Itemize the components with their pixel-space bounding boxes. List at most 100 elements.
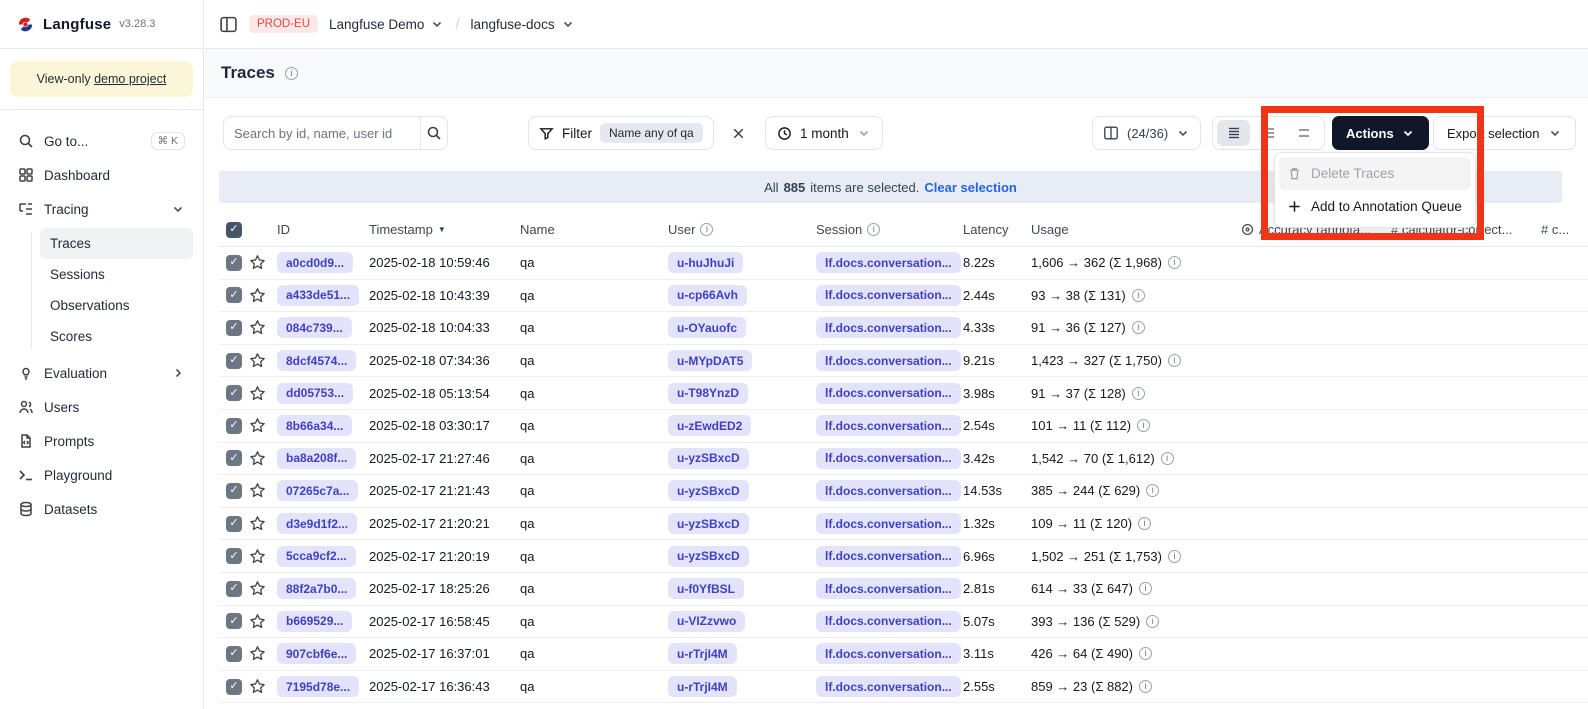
trace-id-badge[interactable]: d3e9d1f2... — [277, 513, 357, 534]
user-badge[interactable]: u-OYauofc — [668, 317, 746, 338]
row-checkbox[interactable] — [226, 287, 242, 303]
sidebar-item-observations[interactable]: Observations — [40, 290, 193, 321]
user-badge[interactable]: u-huJhuJi — [668, 252, 743, 273]
user-badge[interactable]: u-f0YfBSL — [668, 578, 744, 599]
row-checkbox[interactable] — [226, 613, 242, 629]
trace-id-badge[interactable]: 7195d78e... — [277, 676, 359, 697]
clear-selection-link[interactable]: Clear selection — [924, 180, 1017, 195]
row-checkbox[interactable] — [226, 418, 242, 434]
row-checkbox[interactable] — [226, 646, 242, 662]
user-badge[interactable]: u-cp66Avh — [668, 285, 747, 306]
trace-id-badge[interactable]: 907cbf6e... — [277, 643, 356, 664]
star-icon[interactable] — [249, 613, 266, 630]
row-checkbox[interactable] — [226, 516, 242, 532]
menu-item-delete-traces[interactable]: Delete Traces — [1279, 157, 1471, 190]
user-badge[interactable]: u-yzSBxcD — [668, 546, 749, 567]
table-row[interactable]: 07265c7a... 2025-02-17 21:21:43 qa u-yzS… — [219, 475, 1588, 508]
sidebar-item-datasets[interactable]: Datasets — [10, 492, 193, 526]
col-score-extra[interactable]: # c... — [1541, 222, 1588, 237]
info-icon[interactable] — [1132, 387, 1145, 400]
session-badge[interactable]: lf.docs.conversation... — [816, 513, 961, 534]
user-badge[interactable]: u-T98YnzD — [668, 383, 748, 404]
search-submit[interactable] — [420, 117, 447, 149]
trace-id-badge[interactable]: a433de51... — [277, 285, 359, 306]
row-checkbox[interactable] — [226, 353, 242, 369]
search-input[interactable] — [224, 126, 420, 141]
col-session[interactable]: Session — [816, 222, 963, 237]
info-icon[interactable] — [1139, 647, 1152, 660]
user-badge[interactable]: u-rTrjI4M — [668, 643, 737, 664]
sidebar-item-scores[interactable]: Scores — [40, 321, 193, 352]
sidebar-item-prompts[interactable]: Prompts — [10, 424, 193, 458]
sidebar-item-traces[interactable]: Traces — [40, 228, 193, 259]
col-id[interactable]: ID — [277, 222, 369, 237]
trace-id-badge[interactable]: ba8a208f... — [277, 448, 356, 469]
session-badge[interactable]: lf.docs.conversation... — [816, 676, 961, 697]
session-badge[interactable]: lf.docs.conversation... — [816, 252, 961, 273]
info-icon[interactable] — [1138, 517, 1151, 530]
star-icon[interactable] — [249, 352, 266, 369]
info-icon[interactable] — [1139, 582, 1152, 595]
sidebar-item-users[interactable]: Users — [10, 390, 193, 424]
user-badge[interactable]: u-yzSBxcD — [668, 448, 749, 469]
export-selection-button[interactable]: Export selection — [1433, 116, 1576, 150]
table-row[interactable]: a433de51... 2025-02-18 10:43:39 qa u-cp6… — [219, 280, 1588, 313]
table-row[interactable]: 88f2a7b0... 2025-02-17 18:25:26 qa u-f0Y… — [219, 573, 1588, 606]
column-visibility-button[interactable]: (24/36) — [1092, 116, 1201, 150]
sidebar-item-sessions[interactable]: Sessions — [40, 259, 193, 290]
star-icon[interactable] — [249, 548, 266, 565]
info-icon[interactable] — [285, 67, 298, 80]
session-badge[interactable]: lf.docs.conversation... — [816, 546, 961, 567]
session-badge[interactable]: lf.docs.conversation... — [816, 383, 961, 404]
row-checkbox[interactable] — [226, 548, 242, 564]
user-badge[interactable]: u-VIZzvwo — [668, 611, 745, 632]
demo-project-link[interactable]: demo project — [94, 72, 166, 86]
trace-id-badge[interactable]: 8dcf4574... — [277, 350, 356, 371]
star-icon[interactable] — [249, 580, 266, 597]
session-badge[interactable]: lf.docs.conversation... — [816, 415, 961, 436]
org-selector[interactable]: Langfuse Demo — [329, 17, 444, 32]
project-selector[interactable]: langfuse-docs — [471, 17, 575, 32]
session-badge[interactable]: lf.docs.conversation... — [816, 448, 961, 469]
row-checkbox[interactable] — [226, 385, 242, 401]
table-row[interactable]: 8dcf4574... 2025-02-18 07:34:36 qa u-MYp… — [219, 345, 1588, 378]
clear-filter-button[interactable] — [724, 116, 752, 150]
sidebar-item-dashboard[interactable]: Dashboard — [10, 158, 193, 192]
panel-left-icon[interactable] — [219, 15, 238, 34]
filter-button[interactable]: Filter Name any of qa — [528, 116, 714, 150]
row-height-medium-button[interactable] — [1252, 120, 1285, 146]
table-row[interactable]: b669529... 2025-02-17 16:58:45 qa u-VIZz… — [219, 606, 1588, 639]
sidebar-item-evaluation[interactable]: Evaluation — [10, 356, 193, 390]
user-badge[interactable]: u-yzSBxcD — [668, 480, 749, 501]
table-row[interactable]: d3e9d1f2... 2025-02-17 21:20:21 qa u-yzS… — [219, 508, 1588, 541]
session-badge[interactable]: lf.docs.conversation... — [816, 480, 961, 501]
star-icon[interactable] — [249, 450, 266, 467]
star-icon[interactable] — [249, 254, 266, 271]
table-row[interactable]: 907cbf6e... 2025-02-17 16:37:01 qa u-rTr… — [219, 638, 1588, 671]
table-row[interactable]: dd05753... 2025-02-18 05:13:54 qa u-T98Y… — [219, 377, 1588, 410]
row-checkbox[interactable] — [226, 450, 242, 466]
session-badge[interactable]: lf.docs.conversation... — [816, 611, 961, 632]
star-icon[interactable] — [249, 645, 266, 662]
menu-item-add-to-annotation-queue[interactable]: Add to Annotation Queue — [1279, 190, 1471, 223]
trace-id-badge[interactable]: dd05753... — [277, 383, 353, 404]
info-icon[interactable] — [1132, 321, 1145, 334]
col-timestamp[interactable]: Timestamp▼ — [369, 222, 520, 237]
star-icon[interactable] — [249, 515, 266, 532]
info-icon[interactable] — [1137, 419, 1150, 432]
info-icon[interactable] — [1132, 289, 1145, 302]
row-checkbox[interactable] — [226, 679, 242, 695]
sidebar-item-tracing[interactable]: Tracing — [10, 192, 193, 226]
row-height-small-button[interactable] — [1217, 120, 1250, 146]
info-icon[interactable] — [1146, 484, 1159, 497]
table-row[interactable]: 084c739... 2025-02-18 10:04:33 qa u-OYau… — [219, 312, 1588, 345]
row-height-large-button[interactable] — [1287, 120, 1320, 146]
row-checkbox[interactable] — [226, 483, 242, 499]
trace-id-badge[interactable]: 8b66a34... — [277, 415, 352, 436]
star-icon[interactable] — [249, 287, 266, 304]
trace-id-badge[interactable]: a0cd0d9... — [277, 252, 353, 273]
star-icon[interactable] — [249, 482, 266, 499]
row-checkbox[interactable] — [226, 255, 242, 271]
table-row[interactable]: a0cd0d9... 2025-02-18 10:59:46 qa u-huJh… — [219, 247, 1588, 280]
info-icon[interactable] — [1139, 680, 1152, 693]
